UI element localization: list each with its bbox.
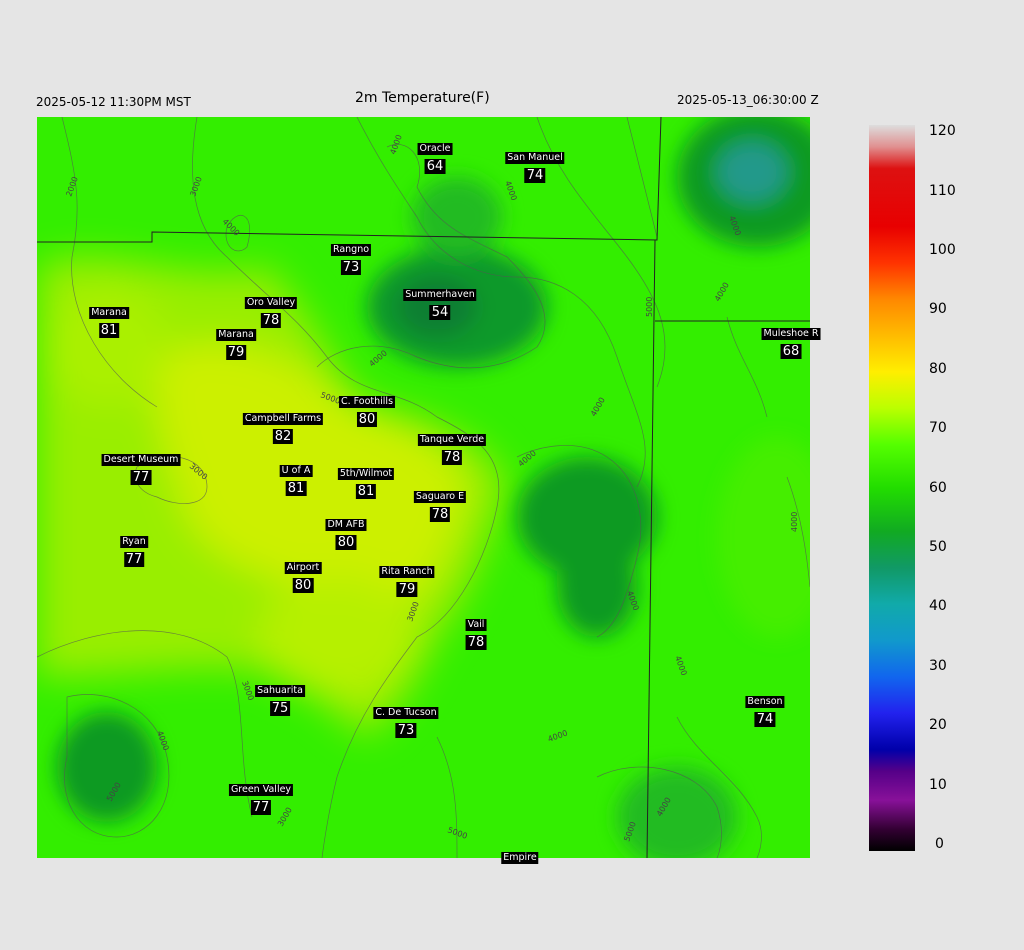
station-name: Oro Valley — [244, 297, 298, 309]
station-temperature: 54 — [429, 304, 451, 320]
station-tanque-verde: Tanque Verde 78 — [417, 429, 487, 465]
colorbar-tick-label: 20 — [929, 717, 947, 733]
station-san-manuel: San Manuel 74 — [505, 147, 565, 183]
oracle-ridge — [412, 177, 502, 257]
map-title: 2m Temperature(F) — [355, 90, 490, 106]
station-name: Sahuarita — [255, 685, 305, 697]
station-muleshoe: Muleshoe R 68 — [761, 323, 821, 359]
station-name: San Manuel — [505, 152, 565, 164]
station-name: Desert Museum — [101, 454, 181, 466]
station-temperature: 79 — [225, 344, 247, 360]
temperature-colorbar — [869, 125, 915, 851]
station-temperature: 74 — [524, 167, 546, 183]
station-name: Rangno — [330, 244, 372, 256]
station-summerhaven: Summerhaven 54 — [403, 284, 477, 320]
station-name: C. Foothills — [338, 396, 396, 408]
station-name: Vail — [465, 619, 487, 631]
station-temperature: 73 — [340, 259, 362, 275]
station-name: Muleshoe R — [761, 328, 821, 340]
station-green-valley: Green Valley 77 — [228, 779, 294, 815]
station-temperature: 81 — [285, 480, 307, 496]
station-u-of-a: U of A 81 — [279, 460, 313, 496]
local-time: 2025-05-12 11:30PM MST — [36, 95, 191, 109]
station-rita-ranch: Rita Ranch 79 — [379, 561, 435, 597]
station-empire: Empire — [501, 847, 539, 864]
station-temperature: 78 — [441, 449, 463, 465]
colorbar-tick-label: 80 — [929, 361, 947, 377]
colorbar-tick-label: 30 — [929, 658, 947, 674]
station-name: Marana — [89, 307, 129, 319]
northeast-peak — [717, 142, 787, 202]
station-temperature: 78 — [429, 506, 451, 522]
station-name: Marana — [216, 329, 256, 341]
station-vail: Vail 78 — [465, 614, 487, 650]
station-name: DM AFB — [325, 519, 367, 531]
station-temperature: 77 — [130, 469, 152, 485]
valid-time: 2025-05-13_06:30:00 Z — [677, 93, 819, 107]
station-temperature: 78 — [260, 312, 282, 328]
contour-label: 4000 — [790, 512, 799, 532]
station-corona-de-tucson: C. De Tucson 73 — [373, 702, 439, 738]
colorbar-tick-label: 100 — [929, 242, 956, 258]
station-name: Empire — [501, 852, 539, 864]
colorbar-tick-label: 90 — [929, 301, 947, 317]
station-catalina-foothills: C. Foothills 80 — [338, 391, 396, 427]
colorbar-tick-label: 50 — [929, 539, 947, 555]
station-name: Campbell Farms — [242, 413, 324, 425]
station-name: 5th/Wilmot — [337, 468, 395, 480]
colorbar-tick-label: 70 — [929, 420, 947, 436]
station-temperature: 81 — [98, 322, 120, 338]
station-name: Benson — [745, 696, 785, 708]
station-temperature: 77 — [123, 551, 145, 567]
station-temperature: 79 — [396, 581, 418, 597]
station-5th-wilmot: 5th/Wilmot 81 — [337, 463, 395, 499]
station-airport: Airport 80 — [284, 557, 322, 593]
station-name: Ryan — [120, 536, 148, 548]
station-marana: Marana 79 — [216, 324, 256, 360]
station-temperature: 80 — [356, 411, 378, 427]
station-name: Oracle — [417, 143, 453, 155]
station-temperature: 74 — [754, 711, 776, 727]
station-name: Airport — [284, 562, 322, 574]
station-temperature: 75 — [269, 700, 291, 716]
station-desert-museum: Desert Museum 77 — [101, 449, 181, 485]
colorbar-tick-label: 0 — [935, 836, 944, 852]
station-marana-west: Marana 81 — [89, 302, 129, 338]
station-name: Green Valley — [228, 784, 294, 796]
station-sahuarita: Sahuarita 75 — [255, 680, 305, 716]
station-temperature: 64 — [424, 158, 446, 174]
station-name: C. De Tucson — [373, 707, 439, 719]
station-temperature: 77 — [250, 799, 272, 815]
station-name: Summerhaven — [403, 289, 477, 301]
colorbar-tick-label: 110 — [929, 183, 956, 199]
station-benson: Benson 74 — [745, 691, 785, 727]
station-temperature: 68 — [780, 343, 802, 359]
station-name: U of A — [279, 465, 313, 477]
rincon-south — [557, 537, 637, 637]
station-temperature: 78 — [465, 634, 487, 650]
station-temperature: 82 — [272, 428, 294, 444]
station-rangno: Rangno 73 — [330, 239, 372, 275]
colorbar-gradient — [869, 125, 915, 851]
station-name: Tanque Verde — [417, 434, 487, 446]
station-name: Rita Ranch — [379, 566, 435, 578]
contour-label: 5000 — [645, 297, 654, 317]
colorbar-tick-label: 10 — [929, 777, 947, 793]
station-oracle: Oracle 64 — [417, 138, 453, 174]
santa-rita-west — [57, 712, 157, 822]
colorbar-tick-label: 40 — [929, 598, 947, 614]
station-temperature: 81 — [355, 483, 377, 499]
station-oro-valley: Oro Valley 78 — [244, 292, 298, 328]
colorbar-tick-label: 120 — [929, 123, 956, 139]
station-campbell-farms: Campbell Farms 82 — [242, 408, 324, 444]
colorbar-tick-label: 60 — [929, 480, 947, 496]
station-temperature: 73 — [395, 722, 417, 738]
station-temperature: 80 — [292, 577, 314, 593]
station-saguaro-east: Saguaro E 78 — [413, 486, 467, 522]
station-ryan: Ryan 77 — [120, 531, 148, 567]
station-temperature: 80 — [335, 534, 357, 550]
station-name: Saguaro E — [413, 491, 467, 503]
station-dm-afb: DM AFB 80 — [325, 514, 367, 550]
